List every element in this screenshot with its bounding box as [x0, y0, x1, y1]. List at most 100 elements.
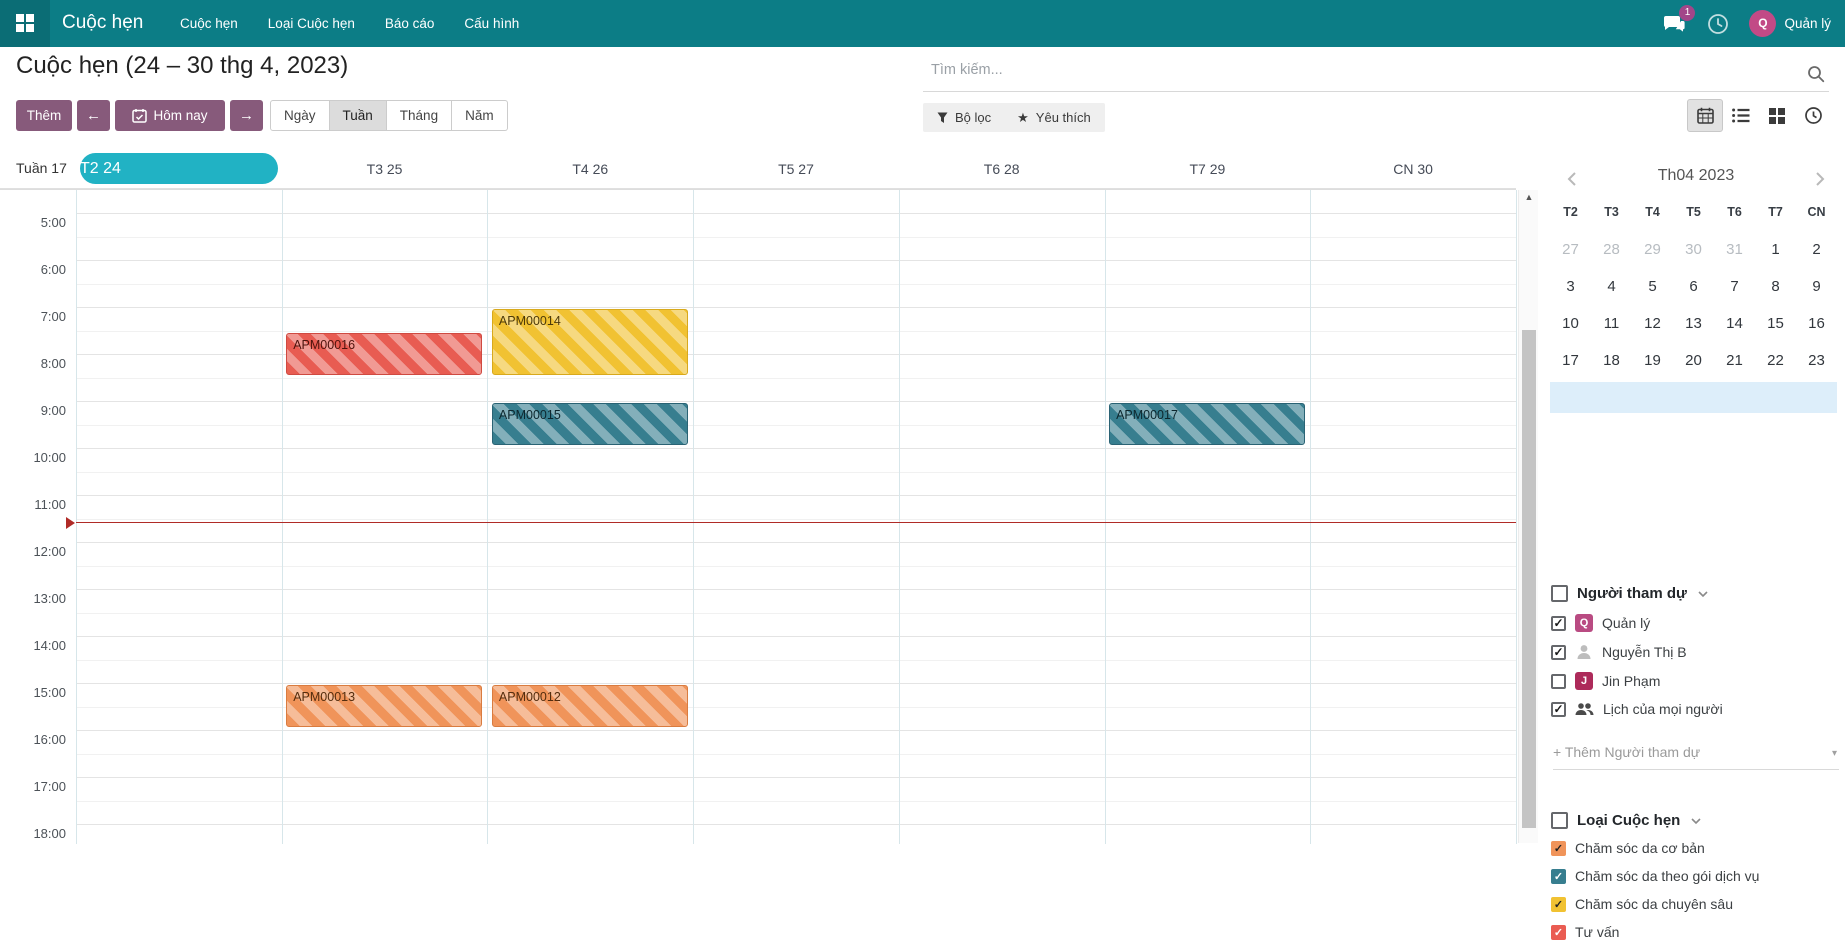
menu-item-3[interactable]: Báo cáo [370, 0, 450, 47]
type-row-3[interactable]: ✓Chăm sóc da chuyên sâu [1551, 896, 1733, 912]
types-check-all[interactable] [1551, 812, 1568, 829]
type-checkbox[interactable]: ✓ [1551, 897, 1566, 912]
mini-cal-day-20[interactable]: 20 [1673, 345, 1714, 376]
menu-item-4[interactable]: Cấu hình [449, 0, 534, 47]
scroll-up-arrow[interactable]: ▲ [1519, 192, 1539, 202]
mini-cal-day-11[interactable]: 11 [1591, 308, 1632, 339]
day-header-t5-27[interactable]: T5 27 [693, 150, 899, 188]
mini-cal-day-3[interactable]: 3 [1550, 271, 1591, 302]
view-button-ngày[interactable]: Ngày [270, 100, 330, 131]
vertical-scrollbar[interactable]: ▲ [1518, 190, 1538, 843]
mini-cal-day-23[interactable]: 23 [1796, 345, 1837, 376]
mini-cal-day-6[interactable]: 6 [1673, 271, 1714, 302]
attendee-checkbox[interactable]: ✓ [1551, 616, 1566, 631]
add-button[interactable]: Thêm [16, 100, 72, 131]
mini-cal-day-2[interactable]: 2 [1796, 234, 1837, 265]
page-title: Cuộc hẹn (24 – 30 thg 4, 2023) [16, 52, 348, 80]
user-menu[interactable]: Q Quản lý [1749, 10, 1831, 37]
filters-button[interactable]: Bộ lọc [937, 110, 991, 125]
event-apm00014[interactable]: APM00014 [492, 309, 688, 375]
activities-button[interactable] [1707, 13, 1729, 35]
half-hour-line [76, 284, 1516, 285]
chevron-down-icon[interactable] [1698, 589, 1708, 599]
attendee-row-4[interactable]: ✓Lịch của mọi người [1551, 701, 1723, 717]
attendee-checkbox[interactable] [1551, 674, 1566, 689]
search-icon[interactable] [1807, 65, 1825, 83]
messages-button[interactable]: 1 [1661, 11, 1687, 37]
half-hour-line [76, 378, 1516, 379]
mini-cal-day-7[interactable]: 7 [1714, 271, 1755, 302]
time-label: 9:00 [0, 403, 66, 418]
calendar-grid[interactable]: 5:006:007:008:009:0010:0011:0012:0013:00… [0, 189, 1516, 843]
mini-cal-day-19[interactable]: 19 [1632, 345, 1673, 376]
mini-cal-day-1[interactable]: 1 [1755, 234, 1796, 265]
group-icon [1575, 701, 1594, 717]
mini-cal-day-27[interactable]: 27 [1550, 234, 1591, 265]
scrollbar-thumb[interactable] [1522, 330, 1536, 828]
type-row-2[interactable]: ✓Chăm sóc da theo gói dịch vụ [1551, 868, 1759, 884]
mini-cal-day-22[interactable]: 22 [1755, 345, 1796, 376]
attendee-checkbox[interactable]: ✓ [1551, 645, 1566, 660]
apps-menu-button[interactable] [0, 0, 50, 47]
type-row-1[interactable]: ✓Chăm sóc da cơ bản [1551, 840, 1705, 856]
attendee-row-2[interactable]: ✓Nguyễn Thị B [1551, 643, 1687, 661]
mini-cal-day-15[interactable]: 15 [1755, 308, 1796, 339]
day-header-t7-29[interactable]: T7 29 [1105, 150, 1311, 188]
event-apm00016[interactable]: APM00016 [286, 333, 482, 375]
mini-cal-day-31[interactable]: 31 [1714, 234, 1755, 265]
favorites-button[interactable]: ★ Yêu thích [1017, 110, 1091, 126]
column-line [1516, 190, 1517, 844]
favorites-label: Yêu thích [1036, 110, 1091, 125]
mini-cal-day-8[interactable]: 8 [1755, 271, 1796, 302]
day-header-t6-28[interactable]: T6 28 [899, 150, 1105, 188]
mini-cal-day-12[interactable]: 12 [1632, 308, 1673, 339]
event-apm00013[interactable]: APM00013 [286, 685, 482, 727]
mini-cal-day-16[interactable]: 16 [1796, 308, 1837, 339]
mini-cal-day-14[interactable]: 14 [1714, 308, 1755, 339]
mini-cal-day-9[interactable]: 9 [1796, 271, 1837, 302]
list-view-button[interactable] [1723, 99, 1759, 132]
day-header-t4-26[interactable]: T4 26 [487, 150, 693, 188]
today-button[interactable]: Hôm nay [115, 100, 225, 131]
mini-cal-day-30[interactable]: 30 [1673, 234, 1714, 265]
chevron-down-icon[interactable] [1691, 816, 1701, 826]
user-avatar: Q [1749, 10, 1776, 37]
search-input[interactable] [931, 62, 1791, 78]
mini-cal-day-18[interactable]: 18 [1591, 345, 1632, 376]
kanban-view-button[interactable] [1759, 99, 1795, 132]
view-button-tháng[interactable]: Tháng [387, 100, 452, 131]
mini-cal-day-10[interactable]: 10 [1550, 308, 1591, 339]
add-attendee-wrap: ▾ [1553, 744, 1839, 770]
next-week-button[interactable]: → [230, 100, 263, 131]
attendee-row-3[interactable]: JJin Phạm [1551, 672, 1660, 690]
mini-cal-day-28[interactable]: 28 [1591, 234, 1632, 265]
menu-item-1[interactable]: Cuộc hẹn [165, 0, 253, 47]
type-checkbox[interactable]: ✓ [1551, 869, 1566, 884]
attendees-check-all[interactable] [1551, 585, 1568, 602]
day-header-t3-25[interactable]: T3 25 [282, 150, 488, 188]
add-attendee-input[interactable] [1553, 744, 1811, 760]
column-line [899, 190, 900, 844]
event-apm00015[interactable]: APM00015 [492, 403, 688, 445]
view-button-năm[interactable]: Năm [452, 100, 508, 131]
mini-cal-day-21[interactable]: 21 [1714, 345, 1755, 376]
attendee-checkbox[interactable]: ✓ [1551, 702, 1566, 717]
day-header-cn-30[interactable]: CN 30 [1310, 150, 1516, 188]
event-apm00012[interactable]: APM00012 [492, 685, 688, 727]
mini-cal-next-icon[interactable] [1810, 170, 1828, 188]
attendee-row-1[interactable]: ✓QQuản lý [1551, 614, 1650, 632]
type-checkbox[interactable]: ✓ [1551, 925, 1566, 940]
view-button-tuần[interactable]: Tuần [330, 100, 387, 131]
mini-cal-day-17[interactable]: 17 [1550, 345, 1591, 376]
calendar-view-button[interactable] [1687, 99, 1723, 132]
mini-cal-day-4[interactable]: 4 [1591, 271, 1632, 302]
mini-cal-day-13[interactable]: 13 [1673, 308, 1714, 339]
menu-item-2[interactable]: Loại Cuộc hẹn [253, 0, 370, 47]
type-row-4[interactable]: ✓Tư vấn [1551, 924, 1619, 940]
activity-view-button[interactable] [1795, 99, 1831, 132]
event-apm00017[interactable]: APM00017 [1109, 403, 1305, 445]
prev-week-button[interactable]: ← [77, 100, 110, 131]
day-header-t2-24[interactable]: T2 24 [80, 153, 278, 184]
mini-cal-day-29[interactable]: 29 [1632, 234, 1673, 265]
mini-cal-day-5[interactable]: 5 [1632, 271, 1673, 302]
